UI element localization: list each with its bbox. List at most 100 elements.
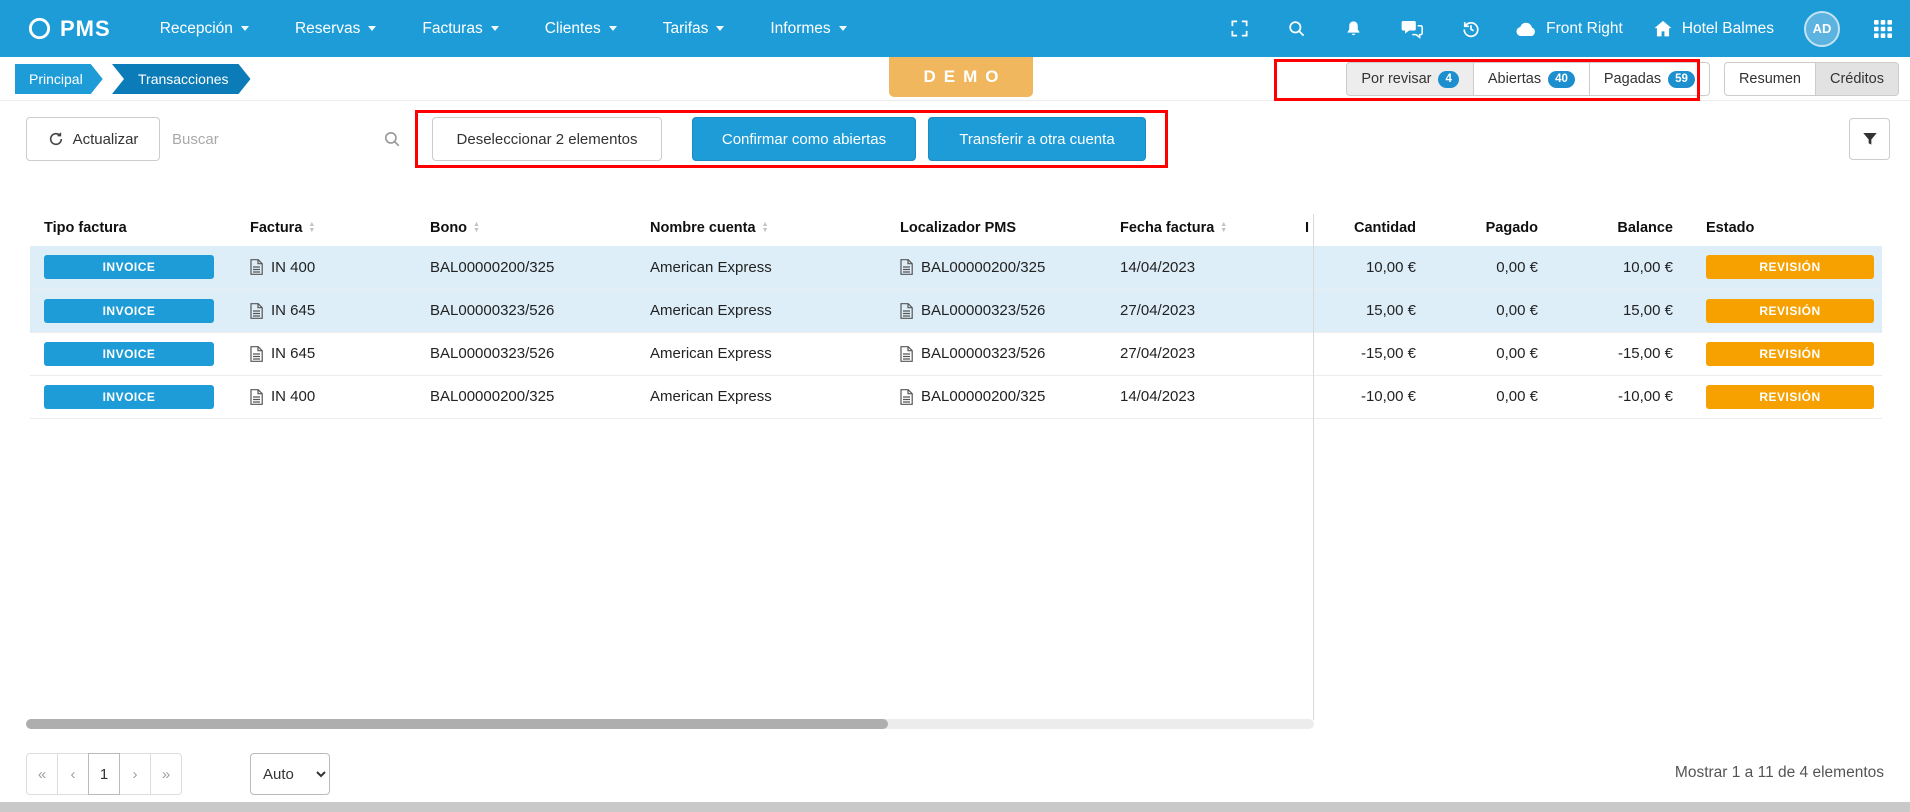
balance-cell: -10,00 € <box>1550 375 1685 418</box>
table-row[interactable]: INVOICE IN 400 BAL00000200/325 American … <box>30 246 1882 289</box>
col-header-bono[interactable]: Bono▲▼ <box>430 210 650 246</box>
history-button[interactable] <box>1457 15 1485 43</box>
tab-creditos[interactable]: Créditos <box>1815 62 1899 96</box>
balance-cell: -15,00 € <box>1550 332 1685 375</box>
toolbar: Actualizar Deseleccionar 2 elementos Con… <box>0 117 1910 161</box>
chevron-down-icon <box>241 26 249 31</box>
confirm-open-button[interactable]: Confirmar como abiertas <box>692 117 916 161</box>
logo-text: PMS <box>60 16 111 42</box>
hotel-button[interactable]: Hotel Balmes <box>1653 19 1774 38</box>
voucher-cell: BAL00000200/325 <box>430 375 650 418</box>
pms-locator: BAL00000323/526 <box>921 345 1045 362</box>
scrollbar-thumb[interactable] <box>26 719 888 729</box>
fullscreen-button[interactable] <box>1226 15 1253 42</box>
search-icon <box>383 130 401 148</box>
refresh-label: Actualizar <box>73 131 139 148</box>
pagination-first-button[interactable]: « <box>26 753 58 795</box>
avatar[interactable]: AD <box>1804 11 1840 47</box>
amount-cell: -15,00 € <box>1313 332 1428 375</box>
pagination-next-button[interactable]: › <box>119 753 151 795</box>
col-header-fecha-factura[interactable]: Fecha factura▲▼ <box>1120 210 1283 246</box>
table-row[interactable]: INVOICE IN 645 BAL00000323/526 American … <box>30 332 1882 375</box>
apps-menu-button[interactable] <box>1870 16 1896 42</box>
page-size-select[interactable]: Auto <box>250 753 330 795</box>
breadcrumb-principal[interactable]: Principal <box>15 64 103 94</box>
status-badge: REVISIÓN <box>1706 255 1874 279</box>
fullscreen-icon <box>1230 19 1249 38</box>
menu-tarifas[interactable]: Tarifas <box>640 0 748 57</box>
tab-pagadas[interactable]: Pagadas 59 <box>1589 62 1710 96</box>
menu-recepcion[interactable]: Recepción <box>137 0 272 57</box>
account-name-cell: American Express <box>650 332 900 375</box>
amount-cell: 10,00 € <box>1313 246 1428 289</box>
invoice-type-badge: INVOICE <box>44 342 214 366</box>
main-menu: Recepción Reservas Facturas Clientes Tar… <box>137 0 870 57</box>
search-input[interactable] <box>172 119 377 159</box>
home-icon <box>1653 19 1673 38</box>
pms-locator: BAL00000200/325 <box>921 259 1045 276</box>
refresh-icon <box>48 131 64 147</box>
pagination-last-button[interactable]: » <box>150 753 182 795</box>
pagination-page-1-button[interactable]: 1 <box>88 753 120 795</box>
truncated-cell <box>1283 375 1313 418</box>
logo-icon <box>27 16 52 41</box>
tab-abiertas[interactable]: Abiertas 40 <box>1473 62 1590 96</box>
messages-button[interactable] <box>1397 15 1427 43</box>
voucher-cell: BAL00000323/526 <box>430 332 650 375</box>
tab-por-revisar[interactable]: Por revisar 4 <box>1346 62 1474 96</box>
menu-informes[interactable]: Informes <box>747 0 869 57</box>
table-row[interactable]: INVOICE IN 400 BAL00000200/325 American … <box>30 375 1882 418</box>
col-header-cantidad: Cantidad <box>1313 210 1428 246</box>
bottom-strip <box>0 802 1910 812</box>
tab-label: Por revisar <box>1361 71 1431 87</box>
pms-locator: BAL00000323/526 <box>921 302 1045 319</box>
transfer-account-button[interactable]: Transferir a otra cuenta <box>928 117 1146 161</box>
balance-cell: 15,00 € <box>1550 289 1685 332</box>
horizontal-scrollbar[interactable] <box>26 719 1314 729</box>
refresh-button[interactable]: Actualizar <box>26 117 160 161</box>
navbar-right: Front Right Hotel Balmes AD <box>1226 11 1896 47</box>
paid-cell: 0,00 € <box>1428 246 1550 289</box>
top-navbar: PMS Recepción Reservas Facturas Clientes… <box>0 0 1910 57</box>
invoice-date-cell: 27/04/2023 <box>1120 332 1283 375</box>
deselect-button[interactable]: Deseleccionar 2 elementos <box>432 117 662 161</box>
invoice-number: IN 400 <box>271 259 315 276</box>
menu-reservas[interactable]: Reservas <box>272 0 399 57</box>
col-header-estado: Estado <box>1685 210 1882 246</box>
count-badge: 40 <box>1548 71 1575 88</box>
tab-label: Abiertas <box>1488 71 1541 87</box>
account-name-cell: American Express <box>650 289 900 332</box>
pagination-prev-button[interactable]: ‹ <box>57 753 89 795</box>
menu-facturas[interactable]: Facturas <box>399 0 521 57</box>
sort-icon: ▲▼ <box>762 222 769 234</box>
status-tab-group: Por revisar 4 Abiertas 40 Pagadas 59 <box>1346 62 1710 96</box>
invoice-date-cell: 27/04/2023 <box>1120 289 1283 332</box>
col-header-label: Estado <box>1706 220 1754 236</box>
document-icon <box>250 346 263 362</box>
invoice-date-cell: 14/04/2023 <box>1120 246 1283 289</box>
col-header-factura[interactable]: Factura▲▼ <box>250 210 430 246</box>
col-header-nombre-cuenta[interactable]: Nombre cuenta▲▼ <box>650 210 900 246</box>
balance-cell: 10,00 € <box>1550 246 1685 289</box>
sort-icon: ▲▼ <box>308 222 315 234</box>
apps-grid-icon <box>1874 20 1892 38</box>
front-office-button[interactable]: Front Right <box>1515 20 1623 38</box>
frozen-pane-divider <box>1313 214 1314 720</box>
menu-clientes[interactable]: Clientes <box>522 0 640 57</box>
logo[interactable]: PMS <box>27 16 111 42</box>
tab-resumen[interactable]: Resumen <box>1724 62 1816 96</box>
search-icon <box>1287 19 1306 38</box>
truncated-cell <box>1283 246 1313 289</box>
invoice-type-badge: INVOICE <box>44 299 214 323</box>
truncated-cell <box>1283 289 1313 332</box>
filter-button[interactable] <box>1849 118 1890 160</box>
search-button[interactable] <box>1283 15 1310 42</box>
table-row[interactable]: INVOICE IN 645 BAL00000323/526 American … <box>30 289 1882 332</box>
notifications-button[interactable] <box>1340 15 1367 43</box>
view-tabs: Por revisar 4 Abiertas 40 Pagadas 59 Res… <box>1346 62 1899 96</box>
count-badge: 59 <box>1668 71 1695 88</box>
voucher-cell: BAL00000323/526 <box>430 289 650 332</box>
page-size-wrapper: Auto <box>250 753 330 795</box>
document-icon <box>250 259 263 275</box>
breadcrumb-transacciones[interactable]: Transacciones <box>112 64 251 94</box>
